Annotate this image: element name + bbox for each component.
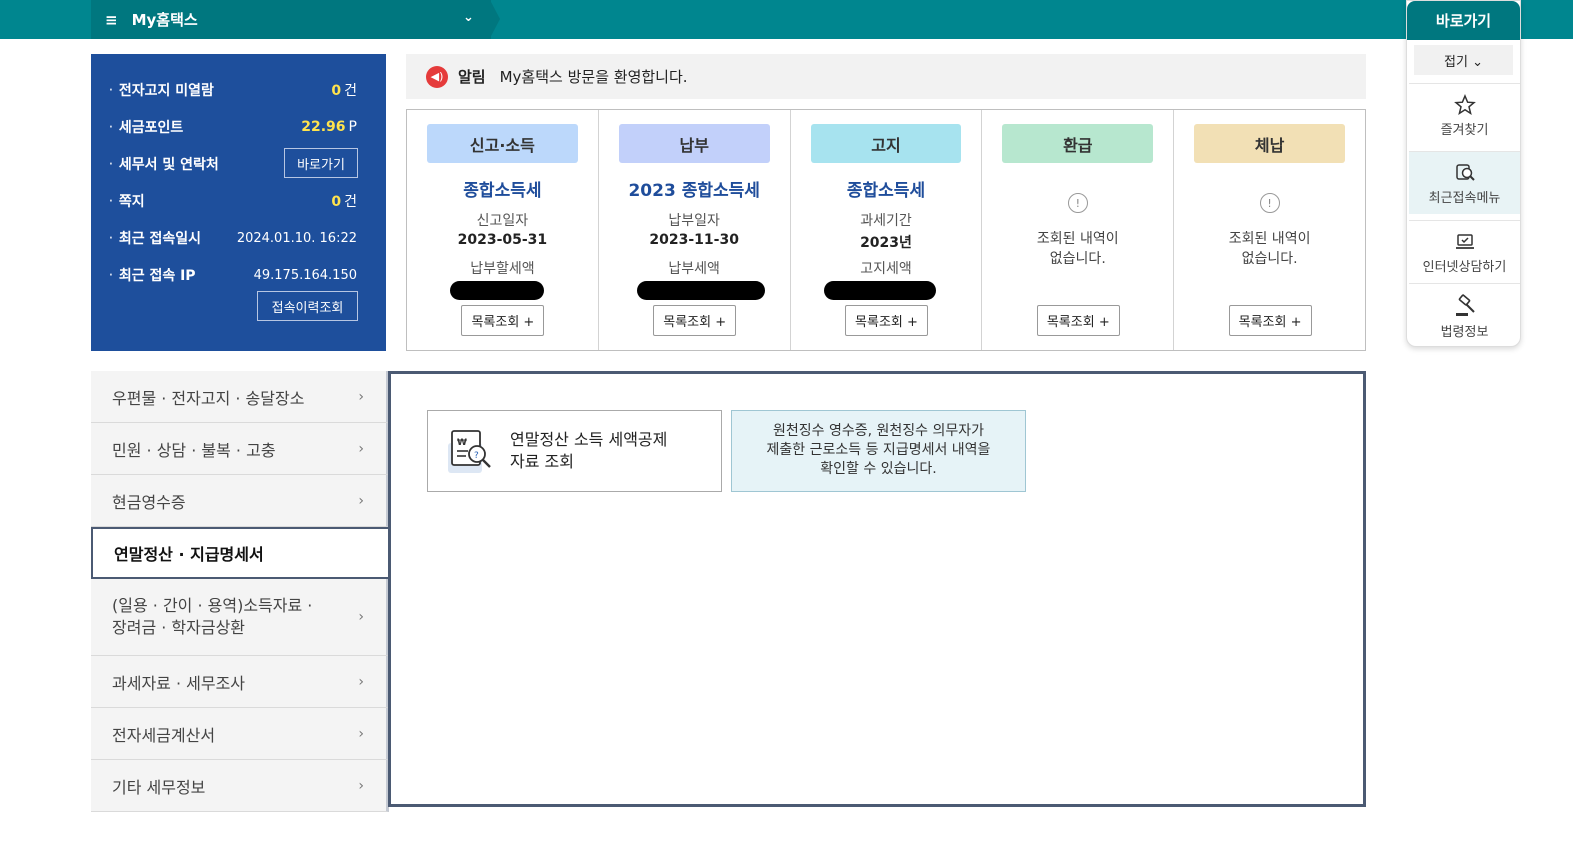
laptop-check-icon [1455, 234, 1474, 249]
list-view-button[interactable]: 목록조회 + [653, 305, 737, 336]
favorites-link[interactable]: 즐겨찾기 [1409, 83, 1520, 146]
status-col-refund: 환급 ! 조회된 내역이 없습니다. 목록조회 + [982, 110, 1175, 350]
chevron-right-icon: › [358, 609, 364, 625]
gavel-icon [1455, 294, 1475, 316]
info-icon: ! [1067, 193, 1088, 213]
memo-label: 쪽지 [118, 194, 145, 210]
chevron-right-icon: › [358, 673, 364, 690]
status-title[interactable]: 종합소득세 [407, 176, 598, 201]
notice-label: 알림 [458, 68, 486, 86]
breadcrumb-arrow [490, 0, 500, 38]
office-shortcut-button[interactable]: 바로가기 [284, 148, 358, 178]
side-menu-item-active[interactable]: 연말정산 · 지급명세서 [91, 527, 389, 579]
chevron-right-icon: › [358, 492, 364, 509]
last-ip-label: 최근 접속 IP [118, 268, 196, 284]
notice-text: My홈택스 방문을 환영합니다. [499, 68, 688, 86]
hamburger-icon[interactable]: ≡ [105, 11, 118, 29]
status-title[interactable]: 종합소득세 [791, 176, 982, 201]
status-col-report: 신고·소득 종합소득세 신고일자 2023-05-31 납부할세액 목록조회 + [407, 110, 599, 350]
star-icon [1453, 94, 1476, 116]
info-row-last-ip: · 최근 접속 IP 49.175.164.150 [109, 260, 369, 290]
status-head: 신고·소득 [427, 124, 578, 163]
side-menu-item[interactable]: 과세자료 · 세무조사 › [91, 656, 389, 708]
status-head: 환급 [1002, 124, 1154, 163]
law-info-link[interactable]: 법령정보 [1409, 283, 1520, 346]
redacted-amount [823, 281, 936, 300]
recent-search-icon [1455, 164, 1475, 181]
info-row-unread: · 전자고지 미열람 0건 [109, 75, 369, 105]
status-head: 체납 [1194, 124, 1345, 163]
quick-links-title: 바로가기 [1407, 1, 1520, 40]
user-info-panel: · 전자고지 미열람 0건 · 세금포인트 22.96 P · 세무서 및 연락처… [91, 54, 386, 351]
last-login-label: 최근 접속일시 [118, 231, 201, 247]
content-panel: ₩ ? 연말정산 소득 세액공제 자료 조회 원천징수 영수증, 원천징수 의무자… [388, 371, 1366, 807]
status-title[interactable]: 2023 종합소득세 [599, 176, 790, 201]
list-view-button[interactable]: 목록조회 + [844, 305, 928, 336]
recent-menu-link[interactable]: 최근접속메뉴 [1409, 151, 1520, 214]
tax-status-table: 신고·소득 종합소득세 신고일자 2023-05-31 납부할세액 목록조회 +… [406, 109, 1366, 351]
status-col-notice: 고지 종합소득세 과세기간 2023년 고지세액 목록조회 + [791, 110, 983, 350]
info-row-points: · 세금포인트 22.96 P [109, 119, 357, 136]
points-value[interactable]: 22.96 [301, 119, 345, 135]
chevron-right-icon: › [358, 777, 364, 794]
chevron-right-icon: › [358, 440, 364, 457]
notice-bar: ◀) 알림 My홈택스 방문을 환영합니다. [406, 54, 1366, 99]
fold-button[interactable]: 접기 ⌄ [1414, 45, 1513, 75]
side-menu-item[interactable]: 현금영수증 › [91, 475, 389, 527]
info-row-memo: · 쪽지 0건 [109, 186, 369, 216]
status-col-arrears: 체납 ! 조회된 내역이 없습니다. 목록조회 + [1174, 110, 1365, 350]
year-end-description: 원천징수 영수증, 원천징수 의무자가 제출한 근로소득 등 지급명세서 내역을… [731, 410, 1026, 492]
top-bar: ≡ My홈택스 ⌄ [0, 0, 1573, 39]
quick-links-panel: 바로가기 접기 ⌄ 즐겨찾기 최근접속메뉴 인터넷상담하기 법령정보 [1406, 0, 1521, 347]
side-menu-item[interactable]: (일용 · 간이 · 용역)소득자료 · 장려금 · 학자금상환 › [91, 579, 389, 656]
chevron-down-icon[interactable]: ⌄ [463, 10, 474, 25]
office-label: 세무서 및 연락처 [118, 157, 219, 173]
megaphone-icon: ◀) [426, 65, 448, 88]
list-view-button[interactable]: 목록조회 + [1228, 305, 1312, 336]
side-menu-item[interactable]: 전자세금계산서 › [91, 708, 389, 760]
points-label: 세금포인트 [118, 120, 184, 136]
status-head: 납부 [618, 124, 770, 163]
list-view-button[interactable]: 목록조회 + [1036, 305, 1120, 336]
online-consult-link[interactable]: 인터넷상담하기 [1409, 220, 1520, 283]
redacted-amount [636, 281, 765, 300]
memo-count[interactable]: 0 [331, 194, 341, 210]
info-icon: ! [1259, 193, 1280, 213]
side-menu-item[interactable]: 기타 세무정보 › [91, 760, 389, 812]
redacted-amount [450, 281, 544, 300]
info-row-last-login: · 최근 접속일시 2024.01.10. 16:22 [109, 223, 369, 253]
my-hometax-menu[interactable]: ≡ My홈택스 ⌄ [91, 0, 491, 39]
side-menu-item[interactable]: 우편물 · 전자고지 · 송달장소 › [91, 371, 389, 423]
list-view-button[interactable]: 목록조회 + [461, 305, 545, 336]
access-history-button[interactable]: 접속이력조회 [257, 291, 358, 321]
svg-text:₩: ₩ [457, 438, 467, 448]
status-col-payment: 납부 2023 종합소득세 납부일자 2023-11-30 납부세액 목록조회 … [599, 110, 791, 350]
svg-text:?: ? [474, 451, 479, 461]
chevron-right-icon: › [358, 725, 364, 742]
side-menu-item[interactable]: 민원 · 상담 · 불복 · 고충 › [91, 423, 389, 475]
document-search-icon: ₩ ? [448, 430, 491, 473]
year-end-deduction-card[interactable]: ₩ ? 연말정산 소득 세액공제 자료 조회 [427, 410, 722, 492]
menu-title: My홈택스 [131, 11, 198, 29]
last-login-value: 2024.01.10. 16:22 [236, 230, 357, 246]
side-menu: 우편물 · 전자고지 · 송달장소 › 민원 · 상담 · 불복 · 고충 › 현금… [91, 371, 389, 812]
status-head: 고지 [810, 124, 962, 163]
unread-count[interactable]: 0 [331, 83, 341, 99]
unread-label: 전자고지 미열람 [118, 83, 214, 99]
last-ip-value: 49.175.164.150 [253, 267, 357, 283]
chevron-right-icon: › [358, 388, 364, 405]
